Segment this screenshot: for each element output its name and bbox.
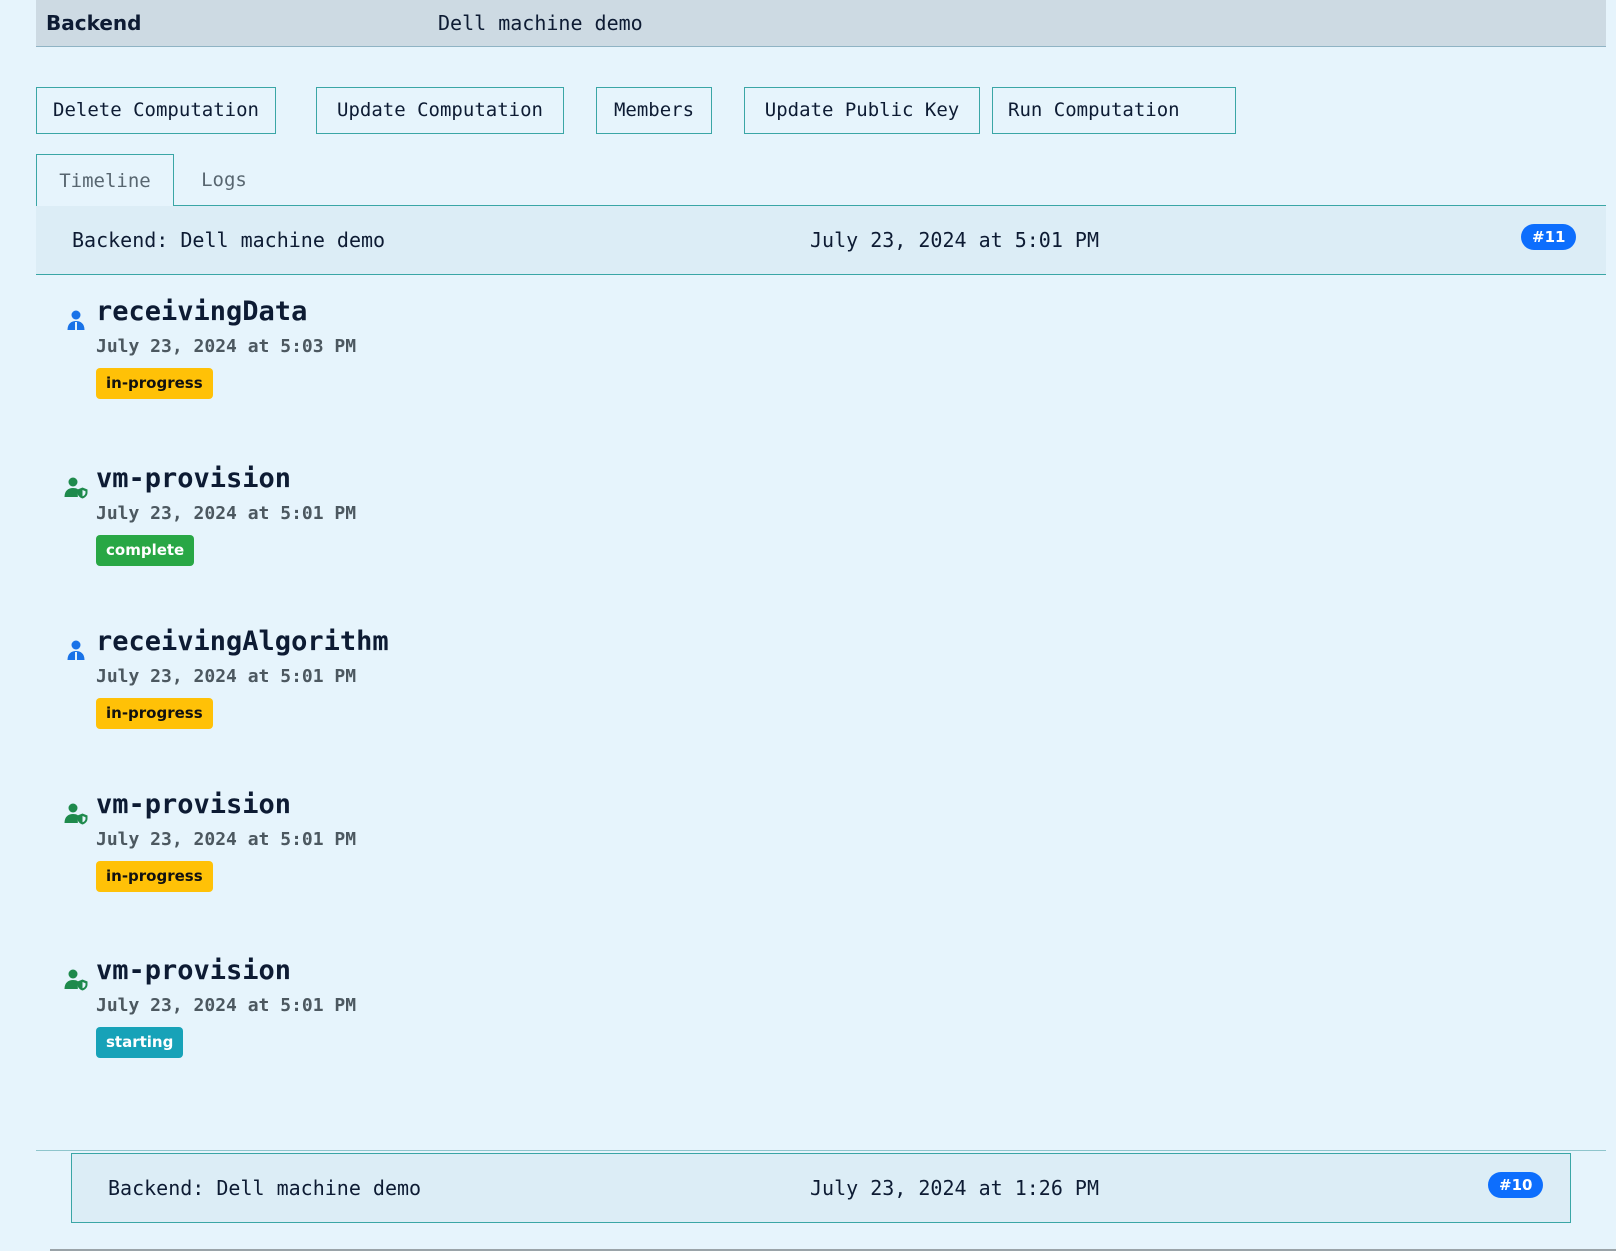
computation-name: Backend: Dell machine demo	[72, 228, 386, 252]
tab-timeline[interactable]: Timeline	[36, 154, 174, 207]
status-badge: in-progress	[96, 368, 213, 399]
timeline-event: receivingData July 23, 2024 at 5:03 PM i…	[0, 296, 800, 416]
timeline-event: vm-provision July 23, 2024 at 5:01 PM co…	[0, 463, 800, 583]
event-name: receivingData	[96, 296, 308, 327]
event-date: July 23, 2024 at 5:03 PM	[96, 336, 357, 357]
header-title: Backend	[46, 11, 142, 35]
computation-name: Backend: Dell machine demo	[108, 1176, 422, 1200]
tab-bar: Timeline Logs	[36, 154, 1606, 207]
app-header: Backend Dell machine demo	[36, 0, 1606, 47]
delete-computation-button[interactable]: Delete Computation	[36, 87, 276, 134]
event-name: vm-provision	[96, 463, 292, 494]
status-badge: complete	[96, 535, 195, 566]
members-button[interactable]: Members	[596, 87, 712, 134]
event-name: vm-provision	[96, 789, 292, 820]
computation-number-badge: #10	[1488, 1172, 1544, 1198]
status-badge: starting	[96, 1027, 184, 1058]
user-icon	[67, 310, 85, 330]
computation-date: July 23, 2024 at 1:26 PM	[810, 1176, 1099, 1200]
tab-logs[interactable]: Logs	[184, 154, 264, 206]
update-computation-button[interactable]: Update Computation	[316, 87, 564, 134]
user-shield-icon	[64, 477, 88, 499]
event-name: receivingAlgorithm	[96, 626, 389, 657]
run-computation-button[interactable]: Run Computation	[992, 87, 1236, 134]
event-name: vm-provision	[96, 955, 292, 986]
section-divider	[36, 1150, 1606, 1151]
update-public-key-button[interactable]: Update Public Key	[744, 87, 980, 134]
user-shield-icon	[64, 803, 88, 825]
header-subtitle: Dell machine demo	[438, 11, 643, 35]
event-date: July 23, 2024 at 5:01 PM	[96, 829, 357, 850]
timeline-event: vm-provision July 23, 2024 at 5:01 PM in…	[0, 789, 800, 909]
timeline-event: receivingAlgorithm July 23, 2024 at 5:01…	[0, 626, 800, 746]
event-date: July 23, 2024 at 5:01 PM	[96, 503, 357, 524]
status-badge: in-progress	[96, 698, 213, 729]
user-icon	[67, 640, 85, 660]
timeline-event: vm-provision July 23, 2024 at 5:01 PM st…	[0, 955, 800, 1075]
computation-header[interactable]: Backend: Dell machine demo July 23, 2024…	[36, 206, 1606, 275]
action-toolbar: Delete Computation Update Computation Me…	[0, 87, 1616, 134]
event-date: July 23, 2024 at 5:01 PM	[96, 666, 357, 687]
status-badge: in-progress	[96, 861, 213, 892]
user-shield-icon	[64, 969, 88, 991]
computation-number-badge: #11	[1521, 224, 1577, 250]
computation-header[interactable]: Backend: Dell machine demo July 23, 2024…	[71, 1153, 1571, 1223]
computation-date: July 23, 2024 at 5:01 PM	[810, 228, 1099, 252]
event-date: July 23, 2024 at 5:01 PM	[96, 995, 357, 1016]
